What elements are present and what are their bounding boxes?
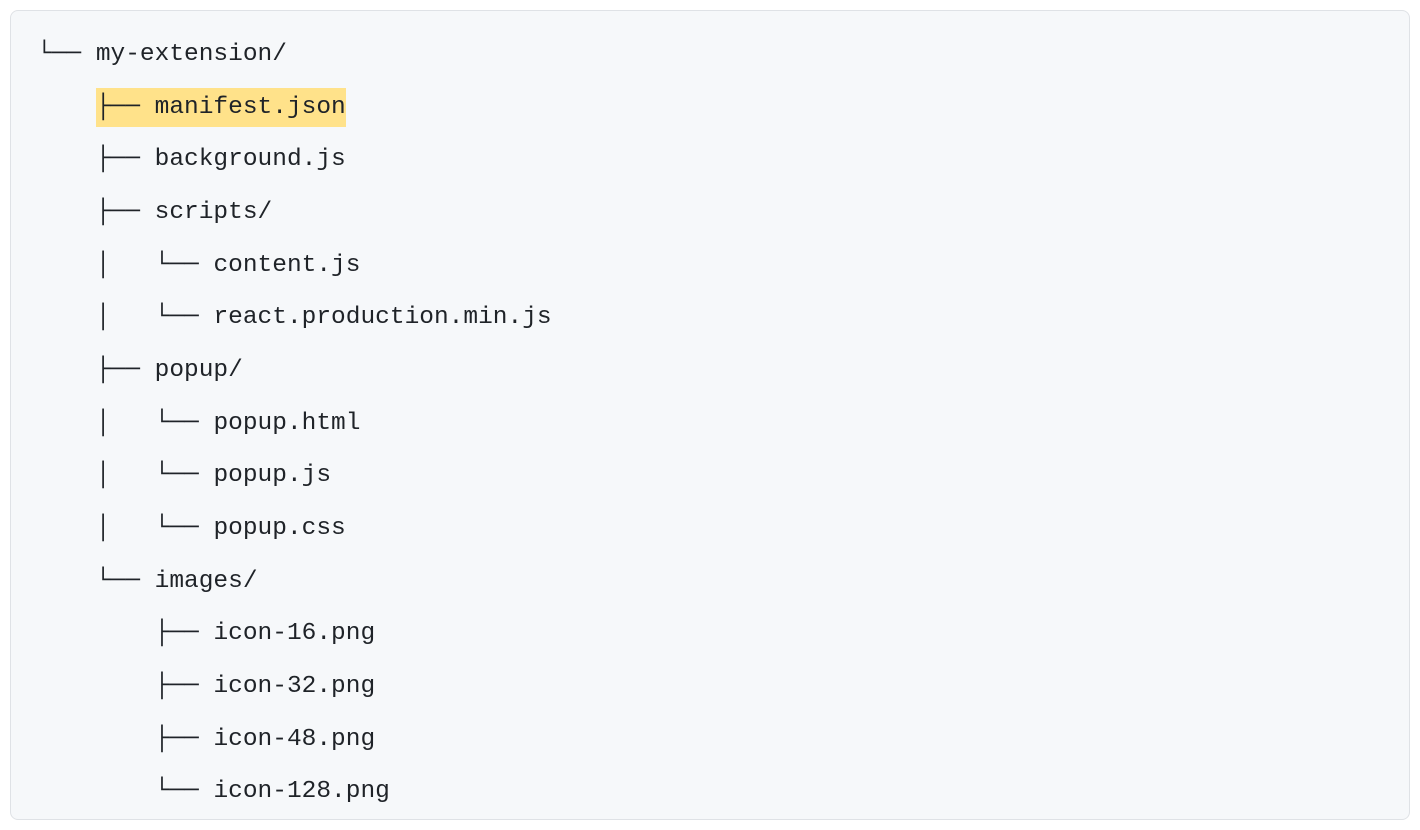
tree-branch-glyph: └── [37,41,96,68]
tree-line: └── my-extension/ [37,29,1383,82]
tree-node-name: popup/ [155,357,243,384]
tree-branch-glyph: └── [37,568,155,595]
tree-node-name: icon-16.png [213,620,375,647]
tree-branch-glyph: └── [37,778,213,805]
tree-node-name: popup.css [213,515,345,542]
directory-tree: └── my-extension/ ├── manifest.json ├── … [37,29,1383,819]
tree-line: └── images/ [37,556,1383,609]
tree-node-name: popup.js [213,462,331,489]
tree-branch-glyph: │ └── [37,304,213,331]
tree-line: ├── icon-16.png [37,608,1383,661]
tree-node-name: icon-128.png [213,778,389,805]
tree-line: │ └── popup.html [37,398,1383,451]
tree-node-name: icon-32.png [213,673,375,700]
tree-branch-glyph: │ └── [37,410,213,437]
tree-line: ├── icon-32.png [37,661,1383,714]
tree-branch-glyph: ├── [37,726,213,753]
tree-branch-glyph: ├── [37,673,213,700]
tree-branch-glyph: │ └── [37,515,213,542]
tree-line-highlight: ├── manifest.json [96,88,346,128]
tree-line: ├── scripts/ [37,187,1383,240]
tree-line: ├── background.js [37,134,1383,187]
tree-node-name: manifest.json [155,94,346,121]
tree-node-name: my-extension/ [96,41,287,68]
tree-node-name: scripts/ [155,199,273,226]
tree-line: ├── icon-48.png [37,714,1383,767]
tree-node-name: images/ [155,568,258,595]
code-block: └── my-extension/ ├── manifest.json ├── … [10,10,1410,820]
tree-branch-glyph: │ └── [37,252,213,279]
tree-branch-glyph: ├── [37,199,155,226]
tree-line: ├── manifest.json [37,82,1383,135]
tree-line: │ └── popup.css [37,503,1383,556]
tree-line: ├── popup/ [37,345,1383,398]
tree-line: └── icon-128.png [37,766,1383,819]
tree-node-name: icon-48.png [213,726,375,753]
page-frame: └── my-extension/ ├── manifest.json ├── … [0,0,1420,830]
tree-branch-glyph: ├── [37,146,155,173]
tree-branch-glyph: ├── [96,94,155,121]
tree-node-name: react.production.min.js [213,304,551,331]
tree-line: │ └── popup.js [37,450,1383,503]
tree-branch-glyph: ├── [37,357,155,384]
tree-branch-glyph: ├── [37,620,213,647]
tree-node-name: content.js [213,252,360,279]
tree-line: │ └── react.production.min.js [37,292,1383,345]
tree-branch-glyph: │ └── [37,462,213,489]
tree-line: │ └── content.js [37,240,1383,293]
tree-node-name: background.js [155,146,346,173]
tree-node-name: popup.html [213,410,360,437]
